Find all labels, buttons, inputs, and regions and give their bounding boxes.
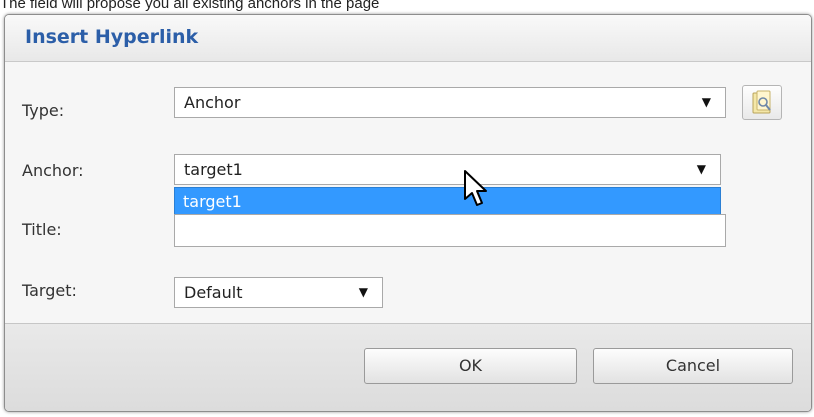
browse-anchor-button[interactable] (742, 85, 782, 120)
type-label: Type: (22, 101, 65, 120)
chevron-down-icon: ▼ (696, 162, 706, 176)
type-select[interactable]: Anchor ▼ (174, 87, 726, 118)
dialog-title: Insert Hyperlink (25, 26, 199, 48)
title-label: Title: (22, 220, 62, 239)
target-select[interactable]: Default ▼ (174, 277, 383, 308)
target-select-value: Default (184, 283, 243, 302)
anchor-label: Anchor: (22, 161, 84, 180)
target-label: Target: (22, 281, 77, 300)
title-input[interactable] (174, 214, 726, 247)
ok-button[interactable]: OK (364, 348, 577, 384)
anchor-select-value: target1 (184, 160, 243, 179)
cancel-button[interactable]: Cancel (593, 348, 793, 384)
anchor-dropdown-option[interactable]: target1 (174, 187, 721, 215)
folder-search-icon (752, 90, 771, 114)
caption-text: The field will propose you all existing … (0, 0, 380, 12)
anchor-select[interactable]: target1 ▼ (174, 154, 721, 185)
dialog-titlebar: Insert Hyperlink (5, 15, 811, 62)
insert-hyperlink-dialog: Insert Hyperlink Type: Anchor ▼ Anchor: … (4, 14, 812, 412)
type-select-value: Anchor (184, 93, 241, 112)
mouse-pointer-icon (464, 170, 487, 206)
anchor-option-label: target1 (183, 192, 242, 211)
chevron-down-icon: ▼ (358, 285, 368, 299)
chevron-down-icon: ▼ (701, 95, 711, 109)
